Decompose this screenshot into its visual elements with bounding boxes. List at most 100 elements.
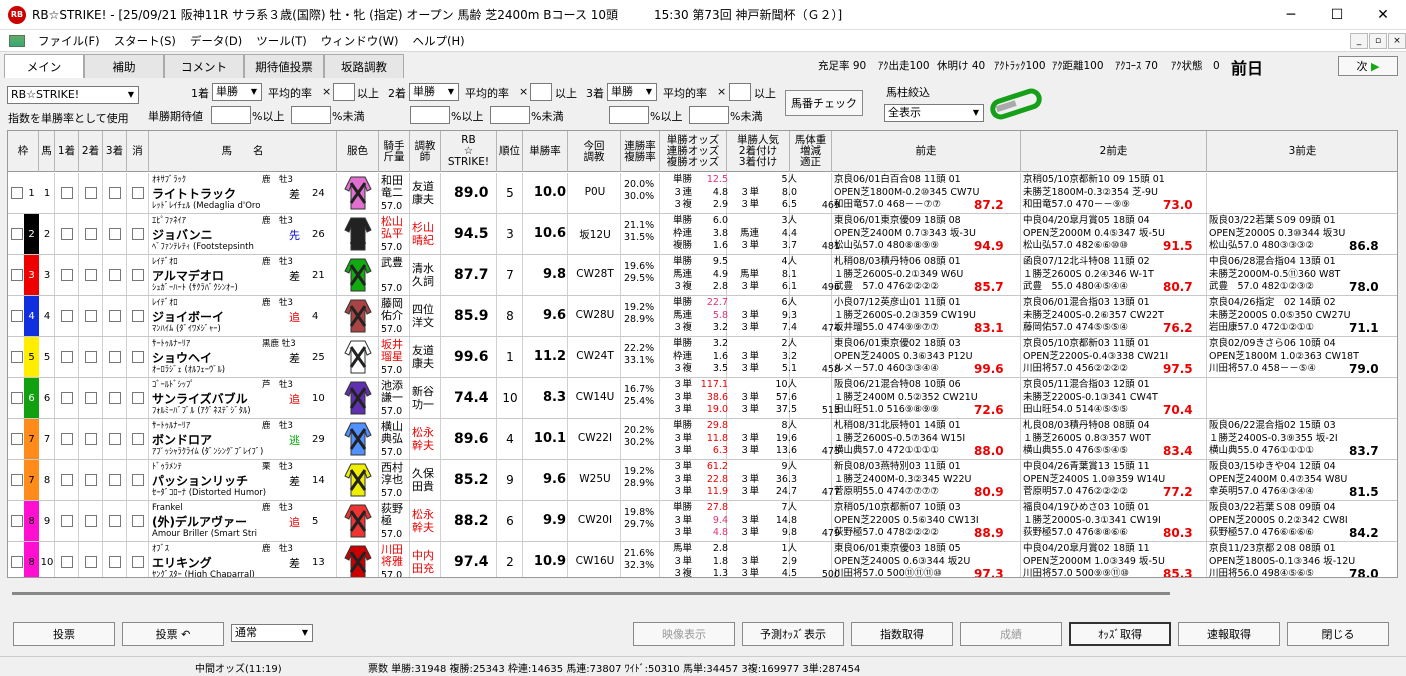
second-checkbox[interactable] bbox=[85, 474, 97, 486]
scratch-checkbox[interactable] bbox=[132, 351, 144, 363]
third-checkbox[interactable] bbox=[109, 433, 121, 445]
third-checkbox[interactable] bbox=[109, 187, 121, 199]
second-checkbox[interactable] bbox=[85, 515, 97, 527]
third-race-header[interactable]: 3前走 bbox=[1207, 131, 1397, 172]
filter-select[interactable]: 全表示 ▼ bbox=[884, 104, 984, 122]
first-checkbox[interactable] bbox=[61, 228, 73, 240]
jockey-header[interactable]: 騎手 斤量 bbox=[379, 131, 410, 172]
horse-name[interactable]: ライトトラック bbox=[152, 185, 236, 202]
first-checkbox[interactable] bbox=[61, 433, 73, 445]
carabiner-icon[interactable] bbox=[990, 86, 1044, 122]
first-checkbox[interactable] bbox=[61, 474, 73, 486]
third-max-input[interactable] bbox=[689, 106, 729, 124]
get-index-button[interactable]: 指数取得 bbox=[851, 622, 953, 646]
third-checkbox[interactable] bbox=[109, 269, 121, 281]
third-checkbox[interactable] bbox=[109, 310, 121, 322]
first-checkbox[interactable] bbox=[61, 556, 73, 568]
second-checkbox[interactable] bbox=[85, 310, 97, 322]
mdi-minimize-button[interactable]: _ bbox=[1350, 33, 1368, 49]
scratch-checkbox[interactable] bbox=[132, 187, 144, 199]
first-bet-select[interactable]: 単勝 ▼ bbox=[212, 83, 262, 101]
third-checkbox[interactable] bbox=[109, 392, 121, 404]
second-checkbox[interactable] bbox=[85, 392, 97, 404]
training-header[interactable]: 今回 調教 bbox=[568, 131, 621, 172]
second-checkbox[interactable] bbox=[85, 187, 97, 199]
second-race-header[interactable]: 2前走 bbox=[1021, 131, 1207, 172]
results-button[interactable]: 成績 bbox=[960, 622, 1062, 646]
menu-start[interactable]: スタート(S) bbox=[107, 33, 183, 49]
predicted-odds-button[interactable]: 予測ｵｯｽﾞ表示 bbox=[742, 622, 844, 646]
number-header[interactable]: 馬 bbox=[39, 131, 55, 172]
index-select[interactable]: RB☆STRIKE! ▼ bbox=[7, 86, 139, 104]
menu-tools[interactable]: ツール(T) bbox=[249, 33, 314, 49]
first-header[interactable]: 1着 bbox=[55, 131, 79, 172]
rank-header[interactable]: 順位 bbox=[497, 131, 523, 172]
first-checkbox[interactable] bbox=[61, 269, 73, 281]
third-min-input[interactable] bbox=[609, 106, 649, 124]
last-race-header[interactable]: 前走 bbox=[832, 131, 1021, 172]
video-button[interactable]: 映像表示 bbox=[633, 622, 735, 646]
select-checkbox[interactable] bbox=[11, 351, 23, 363]
second-mul-input[interactable] bbox=[530, 83, 552, 101]
minimize-button[interactable]: ─ bbox=[1268, 0, 1314, 30]
second-checkbox[interactable] bbox=[85, 556, 97, 568]
select-checkbox[interactable] bbox=[11, 433, 23, 445]
select-checkbox[interactable] bbox=[11, 187, 23, 199]
first-checkbox[interactable] bbox=[61, 392, 73, 404]
mdi-restore-button[interactable]: ▫ bbox=[1369, 33, 1387, 49]
horse-name[interactable]: サンライズバブル bbox=[152, 390, 248, 407]
select-checkbox[interactable] bbox=[11, 474, 23, 486]
first-checkbox[interactable] bbox=[61, 515, 73, 527]
select-checkbox[interactable] bbox=[11, 310, 23, 322]
vote-button[interactable]: 投票 bbox=[13, 622, 115, 646]
third-checkbox[interactable] bbox=[109, 228, 121, 240]
second-checkbox[interactable] bbox=[85, 269, 97, 281]
second-checkbox[interactable] bbox=[85, 351, 97, 363]
close-button[interactable]: ✕ bbox=[1360, 0, 1406, 30]
win-rate-header[interactable]: 単勝率 bbox=[523, 131, 568, 172]
horse-name[interactable]: エリキング bbox=[152, 554, 212, 571]
second-min-input[interactable] bbox=[410, 106, 450, 124]
expect-max-input[interactable] bbox=[291, 106, 331, 124]
third-checkbox[interactable] bbox=[109, 556, 121, 568]
select-checkbox[interactable] bbox=[11, 228, 23, 240]
horse-name-header[interactable]: 馬 名 bbox=[149, 131, 337, 172]
third-checkbox[interactable] bbox=[109, 474, 121, 486]
first-mul-input[interactable] bbox=[333, 83, 355, 101]
vote-options-button[interactable]: 投票 ↶ bbox=[122, 622, 224, 646]
scratch-checkbox[interactable] bbox=[132, 228, 144, 240]
get-flash-button[interactable]: 速報取得 bbox=[1178, 622, 1280, 646]
weight-header[interactable]: 馬体重 増減 適正 bbox=[790, 131, 832, 172]
scratch-checkbox[interactable] bbox=[132, 310, 144, 322]
second-checkbox[interactable] bbox=[85, 433, 97, 445]
scratch-checkbox[interactable] bbox=[132, 433, 144, 445]
maximize-button[interactable]: ☐ bbox=[1314, 0, 1360, 30]
horse-name[interactable]: ジョバンニ bbox=[152, 226, 213, 243]
third-header[interactable]: 3着 bbox=[103, 131, 127, 172]
popularity-header[interactable]: 単勝人気 2着付け 3着付け bbox=[727, 131, 790, 172]
select-checkbox[interactable] bbox=[11, 269, 23, 281]
select-checkbox[interactable] bbox=[11, 392, 23, 404]
get-odds-button[interactable]: ｵｯｽﾞ取得 bbox=[1069, 622, 1171, 646]
third-bet-select[interactable]: 単勝 ▼ bbox=[607, 83, 657, 101]
place-rate-header[interactable]: 連勝率 複勝率 bbox=[621, 131, 660, 172]
horse-number-check-button[interactable]: 馬番チェック bbox=[785, 90, 863, 116]
close-window-button[interactable]: 閉じる bbox=[1287, 622, 1389, 646]
scrollbar-thumb[interactable] bbox=[12, 592, 1170, 595]
horse-name[interactable]: (外)デルアヴァー bbox=[152, 513, 247, 530]
horse-name[interactable]: パッションリッチ bbox=[152, 472, 248, 489]
scratch-checkbox[interactable] bbox=[132, 474, 144, 486]
third-mul-input[interactable] bbox=[729, 83, 751, 101]
odds-header[interactable]: 単勝オッズ 連勝オッズ 複勝オッズ bbox=[660, 131, 727, 172]
trainer-header[interactable]: 調教 師 bbox=[410, 131, 441, 172]
second-checkbox[interactable] bbox=[85, 228, 97, 240]
scratch-header[interactable]: 消 bbox=[127, 131, 149, 172]
menu-file[interactable]: ファイル(F) bbox=[31, 33, 107, 49]
mdi-close-button[interactable]: × bbox=[1388, 33, 1406, 49]
tab-expected-vote[interactable]: 期待値投票 bbox=[244, 54, 324, 78]
first-checkbox[interactable] bbox=[61, 310, 73, 322]
waku-header[interactable]: 枠 bbox=[8, 131, 39, 172]
menu-data[interactable]: データ(D) bbox=[183, 33, 249, 49]
third-checkbox[interactable] bbox=[109, 351, 121, 363]
horse-name[interactable]: ボンドロア bbox=[152, 431, 212, 448]
